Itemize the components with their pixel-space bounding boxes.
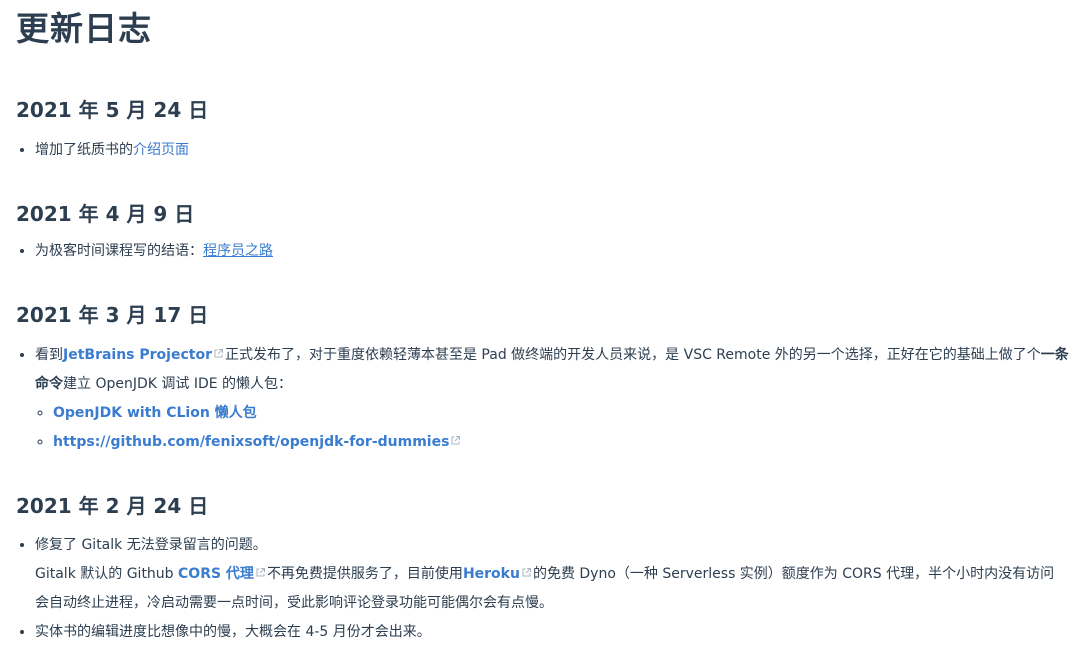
changelog-page: 更新日志 2021 年 5 月 24 日 增加了纸质书的介绍页面 2021 年 … <box>0 0 1080 647</box>
list-item: 修复了 Gitalk 无法登录留言的问题。 Gitalk 默认的 Github … <box>35 531 1080 618</box>
list-item: 为极客时间课程写的结语：程序员之路 <box>35 237 1080 266</box>
item-list: 修复了 Gitalk 无法登录留言的问题。 Gitalk 默认的 Github … <box>16 531 1080 647</box>
programmer-road-link[interactable]: 程序员之路 <box>203 243 273 259</box>
section-date: 2021 年 3 月 17 日 <box>16 303 209 327</box>
section-2021-02-24: 2021 年 2 月 24 日 修复了 Gitalk 无法登录留言的问题。 Gi… <box>16 492 1080 647</box>
item-list: 看到JetBrains Projector 正式发布了，对于重度依赖轻薄本甚至是 … <box>16 341 1080 457</box>
item-text: 增加了纸质书的 <box>35 142 133 158</box>
item-text: 看到 <box>35 347 63 363</box>
item-list: 为极客时间课程写的结语：程序员之路 <box>16 237 1080 266</box>
list-item: 看到JetBrains Projector 正式发布了，对于重度依赖轻薄本甚至是 … <box>35 341 1080 457</box>
sub-list: OpenJDK with CLion 懒人包 https://github.co… <box>35 399 1072 457</box>
external-link-icon <box>522 568 531 577</box>
intro-page-link[interactable]: 介绍页面 <box>133 142 189 158</box>
cors-proxy-link[interactable]: CORS 代理 <box>178 566 254 582</box>
github-openjdk-link[interactable]: https://github.com/fenixsoft/openjdk-for… <box>53 434 449 450</box>
external-link-icon <box>451 436 461 445</box>
item-text: 不再免费提供服务了，目前使用 <box>266 566 463 582</box>
openjdk-clion-link[interactable]: OpenJDK with CLion 懒人包 <box>53 405 257 421</box>
section-2021-05-24: 2021 年 5 月 24 日 增加了纸质书的介绍页面 <box>16 96 1080 165</box>
item-list: 增加了纸质书的介绍页面 <box>16 136 1080 165</box>
section-2021-04-09: 2021 年 4 月 9 日 为极客时间课程写的结语：程序员之路 <box>16 200 1080 266</box>
section-date: 2021 年 2 月 24 日 <box>16 494 209 518</box>
jetbrains-projector-link[interactable]: JetBrains Projector <box>63 347 212 363</box>
sub-list-item: OpenJDK with CLion 懒人包 <box>53 399 1072 428</box>
section-date: 2021 年 5 月 24 日 <box>16 98 209 122</box>
item-text: 修复了 Gitalk 无法登录留言的问题。 <box>35 537 267 553</box>
external-link-icon <box>256 568 265 577</box>
page-title: 更新日志 <box>16 9 152 48</box>
item-text: Gitalk 默认的 Github <box>35 566 179 582</box>
list-item: 增加了纸质书的介绍页面 <box>35 136 1080 165</box>
list-item: 实体书的编辑进度比想像中的慢，大概会在 4-5 月份才会出来。 <box>35 618 1080 647</box>
item-text: 正式发布了，对于重度依赖轻薄本甚至是 Pad 做终端的开发人员来说，是 VSC … <box>224 347 1041 363</box>
sub-list-item: https://github.com/fenixsoft/openjdk-for… <box>53 428 1072 457</box>
external-link-icon <box>214 349 223 358</box>
heroku-link[interactable]: Heroku <box>463 566 520 582</box>
section-2021-03-17: 2021 年 3 月 17 日 看到JetBrains Projector 正式发… <box>16 301 1080 457</box>
item-text: 实体书的编辑进度比想像中的慢，大概会在 4-5 月份才会出来。 <box>35 624 431 640</box>
item-text: 为极客时间课程写的结语： <box>35 243 203 259</box>
section-date: 2021 年 4 月 9 日 <box>16 202 195 226</box>
item-text: 建立 OpenJDK 调试 IDE 的懒人包： <box>63 376 293 392</box>
